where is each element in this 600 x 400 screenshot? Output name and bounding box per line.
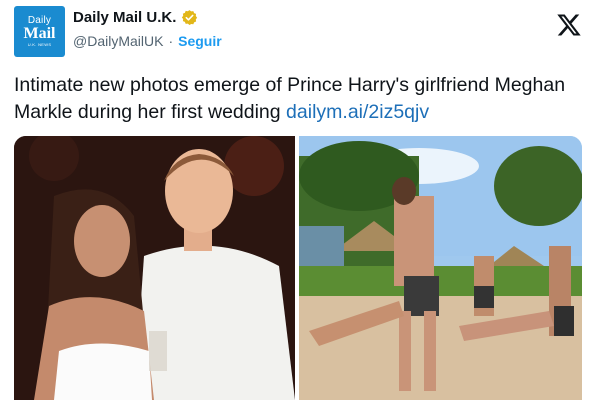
verified-badge-icon [181, 9, 198, 26]
separator-dot: · [168, 33, 174, 49]
beach-wheelbarrow-race-photo[interactable] [299, 136, 582, 400]
display-name[interactable]: Daily Mail U.K. [73, 9, 176, 26]
avatar-line3: U.K. NEWS [27, 42, 52, 47]
couple-portrait-photo[interactable] [14, 136, 295, 400]
handle-row: @DailyMailUK · Seguir [73, 33, 222, 49]
follow-button[interactable]: Seguir [178, 33, 222, 49]
tweet-link[interactable]: dailym.ai/2iz5qjv [286, 101, 429, 123]
account-avatar[interactable]: Daily Mail U.K. NEWS [14, 6, 65, 57]
account-handle[interactable]: @DailyMailUK [73, 33, 163, 49]
tweet-header: Daily Mail U.K. NEWS Daily Mail U.K. @Da… [14, 6, 586, 58]
media-grid [14, 136, 582, 400]
avatar-line2: Mail [23, 25, 56, 42]
tweet-text: Intimate new photos emerge of Prince Har… [14, 72, 586, 126]
name-row: Daily Mail U.K. [73, 9, 198, 26]
x-logo-icon[interactable] [556, 12, 582, 38]
